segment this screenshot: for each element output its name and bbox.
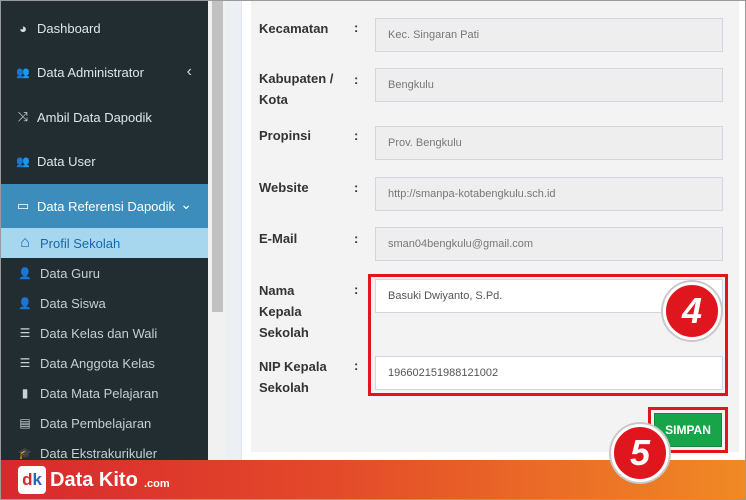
field-separator: : bbox=[354, 358, 359, 373]
sidebar-item-label: Data Administrator bbox=[37, 64, 144, 80]
field-separator: : bbox=[354, 180, 359, 195]
sidebar-item-data-user[interactable]: 👥 Data User bbox=[0, 141, 208, 181]
website-field[interactable]: http://smanpa-kotabengkulu.sch.id bbox=[375, 177, 723, 211]
sidebar-item-label: Dashboard bbox=[37, 20, 101, 36]
field-separator: : bbox=[354, 282, 359, 297]
nip-kepala-sekolah-field[interactable]: 196602151988121002 bbox=[375, 356, 723, 390]
brand-domain: .com bbox=[144, 478, 170, 490]
sidebar-item-data-administrator[interactable]: 👥 Data Administrator ‹ bbox=[0, 52, 208, 92]
step-4-badge: 4 bbox=[663, 282, 721, 340]
field-label-website: Website bbox=[259, 180, 309, 195]
user-icon: 👤 bbox=[18, 297, 32, 310]
sidebar-item-label: Data Kelas dan Wali bbox=[40, 325, 158, 341]
sidebar-item-ambil-data-dapodik[interactable]: ⤨ Ambil Data Dapodik bbox=[0, 97, 208, 137]
field-separator: : bbox=[354, 20, 359, 35]
sidebar-subitem-data-kelas-dan-wali[interactable]: ☰ Data Kelas dan Wali bbox=[0, 318, 208, 348]
logo-letter-d: d bbox=[22, 470, 33, 489]
sidebar-item-label: Data Referensi Dapodik bbox=[37, 198, 176, 214]
field-label-propinsi: Propinsi bbox=[259, 128, 312, 143]
sidebar-item-label: Data Anggota Kelas bbox=[40, 355, 155, 371]
sidebar-subitem-data-guru[interactable]: 👤 Data Guru bbox=[0, 258, 208, 288]
logo-letter-k: k bbox=[32, 470, 42, 489]
field-label-email: E-Mail bbox=[259, 231, 298, 246]
sidebar-item-label: Data Siswa bbox=[40, 295, 106, 311]
sidebar-item-label: Data User bbox=[37, 153, 96, 169]
sidebar-item-dashboard[interactable]: ◕ Dashboard bbox=[0, 8, 208, 48]
kecamatan-field[interactable]: Kec. Singaran Pati bbox=[375, 18, 723, 52]
user-icon: 👤 bbox=[18, 267, 32, 280]
kabupaten-kota-field[interactable]: Bengkulu bbox=[375, 68, 723, 102]
sidebar-item-label: Data Mata Pelajaran bbox=[40, 385, 159, 401]
chevron-down-icon: ⌄ bbox=[180, 196, 192, 212]
graduation-cap-icon: 🎓 bbox=[18, 447, 32, 460]
shuffle-icon: ⤨ bbox=[17, 109, 29, 124]
field-separator: : bbox=[354, 128, 359, 143]
users-icon: 👥 bbox=[16, 66, 30, 79]
sidebar-item-label: Data Guru bbox=[40, 265, 100, 281]
home-icon: ⌂ bbox=[20, 234, 30, 251]
user-group-icon: 👥 bbox=[16, 155, 30, 168]
sidebar-subitem-data-pembelajaran[interactable]: ▤ Data Pembelajaran bbox=[0, 408, 208, 438]
sidebar-scrollbar-thumb[interactable] bbox=[212, 0, 223, 312]
field-separator: : bbox=[354, 72, 359, 87]
field-label-nama-kepala-sekolah: Nama Kepala Sekolah bbox=[259, 283, 309, 340]
table-icon: ▤ bbox=[19, 416, 31, 430]
book-icon: ▮ bbox=[21, 386, 29, 400]
sidebar-subitem-data-anggota-kelas[interactable]: ☰ Data Anggota Kelas bbox=[0, 348, 208, 378]
propinsi-field[interactable]: Prov. Bengkulu bbox=[375, 126, 723, 160]
sidebar-item-label: Data Ekstrakurikuler bbox=[40, 445, 158, 461]
list-icon: ☰ bbox=[19, 356, 31, 370]
dashboard-icon: ◕ bbox=[19, 20, 27, 36]
step-5-badge: 5 bbox=[611, 424, 669, 482]
field-label-kabupaten-kota: Kabupaten / Kota bbox=[259, 71, 334, 107]
sidebar: ◕ Dashboard 👥 Data Administrator ‹ ⤨ Amb… bbox=[0, 0, 208, 500]
sidebar-subitem-data-siswa[interactable]: 👤 Data Siswa bbox=[0, 288, 208, 318]
field-separator: : bbox=[354, 231, 359, 246]
sidebar-item-label: Data Pembelajaran bbox=[40, 415, 152, 431]
data-kito-logo: dk bbox=[18, 466, 46, 494]
monitor-icon: ▭ bbox=[16, 198, 30, 213]
sidebar-item-data-referensi-dapodik[interactable]: ▭ Data Referensi Dapodik ⌄ bbox=[0, 184, 208, 228]
sidebar-subitem-data-mata-pelajaran[interactable]: ▮ Data Mata Pelajaran bbox=[0, 378, 208, 408]
email-field[interactable]: sman04bengkulu@gmail.com bbox=[375, 227, 723, 261]
sidebar-item-label: Ambil Data Dapodik bbox=[37, 109, 152, 125]
brand-name: Data Kito bbox=[50, 469, 138, 491]
field-label-nip-kepala-sekolah: NIP Kepala Sekolah bbox=[259, 359, 327, 395]
list-icon: ☰ bbox=[19, 326, 31, 340]
field-label-kecamatan: Kecamatan bbox=[259, 21, 329, 36]
sidebar-subitem-profil-sekolah[interactable]: ⌂ Profil Sekolah bbox=[0, 228, 208, 258]
sidebar-item-label: Profil Sekolah bbox=[40, 235, 121, 251]
chevron-left-icon: ‹ bbox=[186, 63, 192, 80]
